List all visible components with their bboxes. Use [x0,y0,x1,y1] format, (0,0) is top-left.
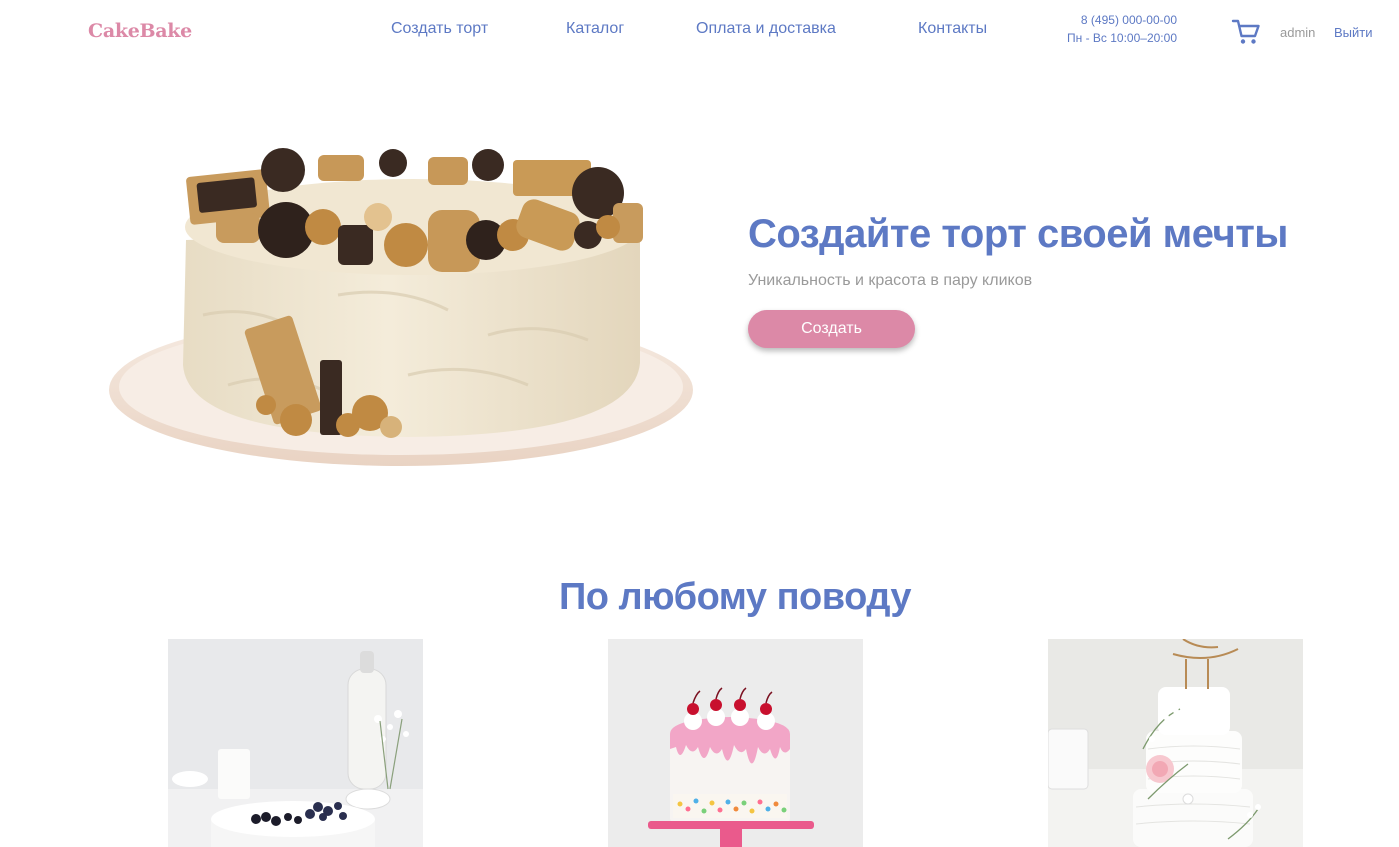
create-cake-button[interactable]: Создать [748,310,915,348]
hero-subtitle: Уникальность и красота в пару кликов [748,272,1033,289]
nav-catalog[interactable]: Каталог [566,20,624,38]
nav-contacts[interactable]: Контакты [918,20,987,38]
contact-info: 8 (495) 000-00-00 Пн - Вс 10:00–20:00 [1046,11,1177,47]
drip-cake-image [608,639,863,847]
occasion-card-3[interactable] [1048,639,1303,847]
berry-cake-image [168,639,423,847]
logout-link[interactable]: Выйти [1334,25,1373,40]
occasions-title: По любому поводу [558,576,912,618]
hero-title: Создайте торт своей мечты [748,212,1288,256]
phone-number[interactable]: 8 (495) 000-00-00 [1046,11,1177,29]
shopping-cart-icon[interactable] [1231,18,1261,46]
logo[interactable]: CakeBake [88,20,192,42]
page: CakeBake Создать торт Каталог Оплата и д… [0,0,1399,847]
wedding-cake-image [1048,639,1303,847]
hero-cake-image [108,135,703,480]
nav-payment-delivery[interactable]: Оплата и доставка [696,20,836,38]
working-hours: Пн - Вс 10:00–20:00 [1067,31,1177,45]
occasion-card-2[interactable] [608,639,863,847]
user-name[interactable]: admin [1280,25,1315,40]
occasion-card-1[interactable] [168,639,423,847]
nav-create-cake[interactable]: Создать торт [391,20,488,38]
